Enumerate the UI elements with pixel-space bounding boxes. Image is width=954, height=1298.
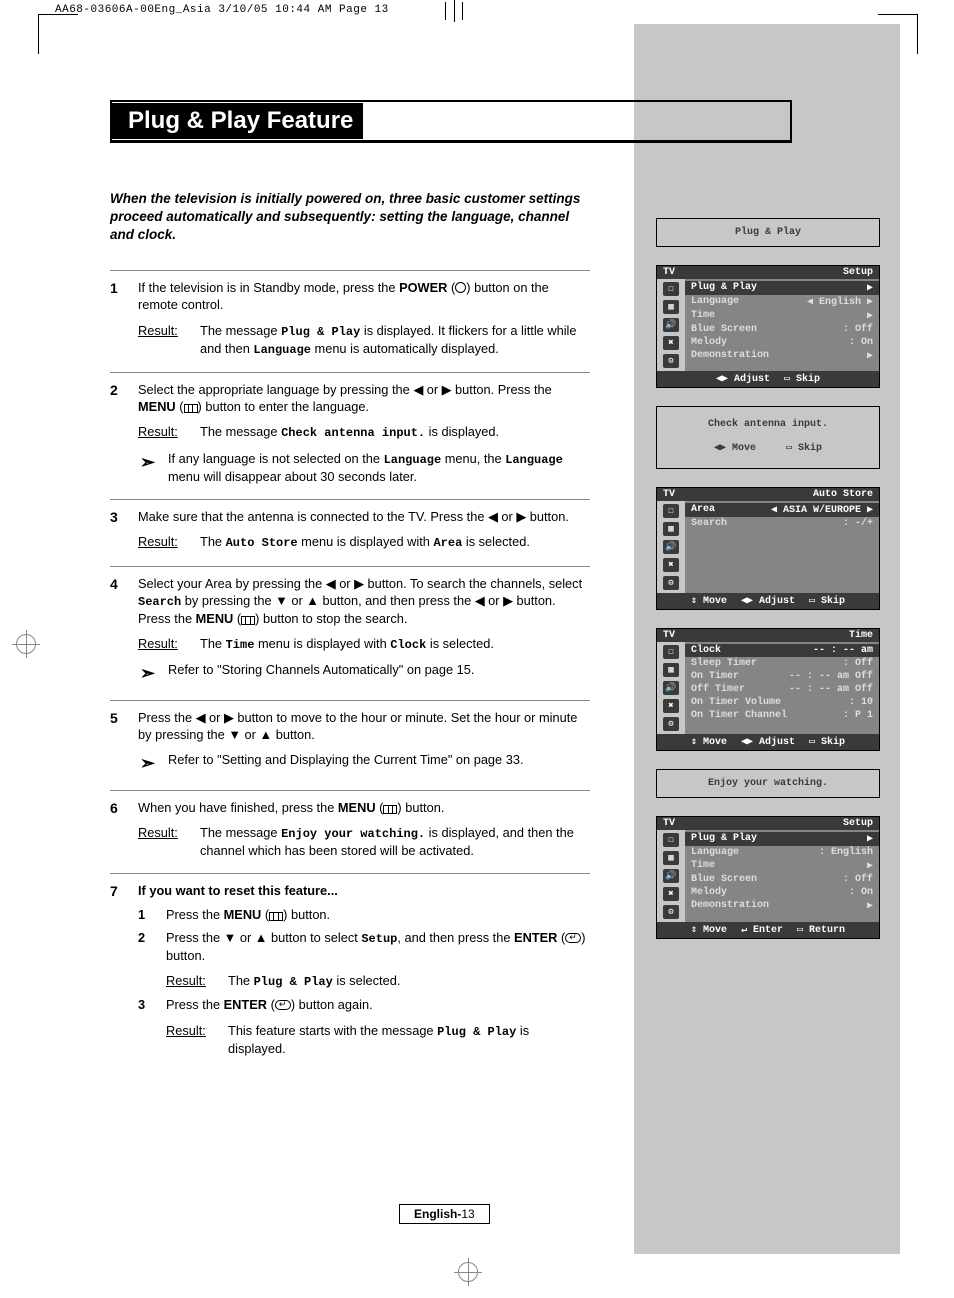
osd-menu-row: Plug & Play▶ bbox=[685, 281, 879, 295]
note-arrow-icon: ➣ bbox=[138, 661, 168, 685]
step-5: 5 Press the ◀ or ▶ button to move to the… bbox=[110, 700, 590, 790]
osd-hint: ⇕ Move bbox=[691, 736, 727, 748]
sound-icon: 🔊 bbox=[663, 318, 679, 332]
osd-menu-row: On Timer Volume: 10 bbox=[685, 696, 879, 709]
osd-menu-row: Demonstration▶ bbox=[685, 899, 879, 913]
registration-mark-left bbox=[12, 630, 40, 658]
channel-icon: ✖ bbox=[663, 558, 679, 572]
picture-icon: ▦ bbox=[663, 851, 679, 865]
osd-menu-row: Blue Screen: Off bbox=[685, 873, 879, 886]
osd-menu-row: Plug & Play▶ bbox=[685, 832, 879, 846]
osd-menu-row: Sleep Timer: Off bbox=[685, 657, 879, 670]
step-7: 7 If you want to reset this feature... 1… bbox=[110, 873, 590, 1071]
setup-icon: ⚙ bbox=[663, 717, 679, 731]
section-title: Plug & Play Feature bbox=[110, 100, 792, 142]
sub-step-2: 2 Press the ▼ or ▲ button to select Setu… bbox=[138, 929, 590, 991]
osd-hint: ⇕ Move bbox=[691, 595, 727, 607]
menu-icon bbox=[269, 912, 283, 921]
osd-setup-1: TVSetup ☐ ▦ 🔊 ✖ ⚙ Plug & Play▶Language◀ … bbox=[656, 265, 880, 388]
osd-menu-row: Blue Screen: Off bbox=[685, 323, 879, 336]
registration-mark-bottom bbox=[454, 1258, 482, 1286]
tv-icon: ☐ bbox=[663, 282, 679, 296]
menu-icon bbox=[383, 805, 397, 814]
sound-icon: 🔊 bbox=[663, 540, 679, 554]
osd-hint: ⇕ Move bbox=[691, 924, 727, 936]
channel-icon: ✖ bbox=[663, 699, 679, 713]
menu-icon bbox=[184, 404, 198, 413]
step-6: 6 When you have finished, press the MENU… bbox=[110, 790, 590, 874]
note-arrow-icon: ➣ bbox=[138, 751, 168, 775]
picture-icon: ▦ bbox=[663, 300, 679, 314]
intro-paragraph: When the television is initially powered… bbox=[110, 190, 590, 245]
channel-icon: ✖ bbox=[663, 336, 679, 350]
step-3: 3 Make sure that the antenna is connecte… bbox=[110, 499, 590, 565]
sound-icon: 🔊 bbox=[663, 681, 679, 695]
step-2: 2 Select the appropriate language by pre… bbox=[110, 372, 590, 499]
osd-menu-row: Time▶ bbox=[685, 859, 879, 873]
osd-auto-store: TVAuto Store ☐▦🔊✖⚙ Area◀ ASIA W/EUROPE ▶… bbox=[656, 487, 880, 610]
sub-step-1: 1 Press the MENU () button. bbox=[138, 906, 590, 923]
osd-menu-row: Off Timer-- : -- am Off bbox=[685, 683, 879, 696]
osd-enjoy: Enjoy your watching. bbox=[656, 769, 880, 798]
osd-menu-row: Melody: On bbox=[685, 886, 879, 899]
osd-side-icons: ☐ ▦ 🔊 ✖ ⚙ bbox=[657, 279, 685, 371]
channel-icon: ✖ bbox=[663, 887, 679, 901]
osd-hint: ◀▶ Adjust bbox=[741, 595, 795, 607]
note-arrow-icon: ➣ bbox=[138, 450, 168, 485]
osd-hint: ▭ Skip bbox=[784, 373, 820, 385]
osd-hint: ↵ Enter bbox=[741, 924, 783, 936]
osd-hint: ▭ Skip bbox=[809, 595, 845, 607]
osd-menu-row: Language: English bbox=[685, 846, 879, 859]
osd-plug-and-play: Plug & Play bbox=[656, 218, 880, 247]
tv-icon: ☐ bbox=[663, 504, 679, 518]
menu-icon bbox=[241, 616, 255, 625]
osd-time: TVTime ☐▦🔊✖⚙ Clock-- : -- amSleep Timer:… bbox=[656, 628, 880, 751]
osd-menu-row: Demonstration▶ bbox=[685, 349, 879, 363]
steps-list: 1 If the television is in Standby mode, … bbox=[110, 270, 590, 1071]
osd-hint: ▭ Skip bbox=[786, 442, 822, 454]
enter-icon bbox=[275, 1000, 291, 1010]
tv-icon: ☐ bbox=[663, 645, 679, 659]
setup-icon: ⚙ bbox=[663, 576, 679, 590]
setup-icon: ⚙ bbox=[663, 905, 679, 919]
step-1: 1 If the television is in Standby mode, … bbox=[110, 270, 590, 372]
sub-step-3: 3 Press the ENTER () button again. Resul… bbox=[138, 996, 590, 1057]
enter-icon bbox=[565, 933, 581, 943]
osd-hint: ▭ Return bbox=[797, 924, 845, 936]
osd-menu-row: On Timer-- : -- am Off bbox=[685, 670, 879, 683]
osd-hint: ◀▶ Move bbox=[714, 442, 756, 454]
osd-screenshot-column: Plug & Play TVSetup ☐ ▦ 🔊 ✖ ⚙ Plug & Pla… bbox=[656, 218, 880, 957]
slug-mark bbox=[445, 2, 463, 20]
picture-icon: ▦ bbox=[663, 663, 679, 677]
page-sheet: Plug & Play Feature When the television … bbox=[54, 24, 900, 1254]
slug-line: AA68-03606A-00Eng_Asia 3/10/05 10:44 AM … bbox=[55, 4, 389, 16]
osd-menu-row: Language◀ English ▶ bbox=[685, 295, 879, 309]
osd-hint: ◀▶ Adjust bbox=[716, 373, 770, 385]
osd-menu-row: Search: -/+ bbox=[685, 517, 879, 530]
page-number: English-13 bbox=[399, 1204, 490, 1224]
sound-icon: 🔊 bbox=[663, 869, 679, 883]
picture-icon: ▦ bbox=[663, 522, 679, 536]
tv-icon: ☐ bbox=[663, 833, 679, 847]
section-title-text: Plug & Play Feature bbox=[112, 103, 363, 139]
manual-page: AA68-03606A-00Eng_Asia 3/10/05 10:44 AM … bbox=[0, 0, 954, 1298]
osd-menu-row: Clock-- : -- am bbox=[685, 644, 879, 657]
osd-menu-row: Area◀ ASIA W/EUROPE ▶ bbox=[685, 503, 879, 517]
osd-setup-2: TVSetup ☐▦🔊✖⚙ Plug & Play▶Language: Engl… bbox=[656, 816, 880, 939]
osd-check-antenna: Check antenna input. ◀▶ Move▭ Skip bbox=[656, 406, 880, 469]
step-4: 4 Select your Area by pressing the ◀ or … bbox=[110, 566, 590, 700]
osd-hint: ◀▶ Adjust bbox=[741, 736, 795, 748]
osd-menu-row: Time▶ bbox=[685, 309, 879, 323]
osd-menu-row: Melody: On bbox=[685, 336, 879, 349]
title-underline bbox=[110, 142, 792, 143]
power-icon bbox=[455, 282, 466, 293]
osd-hint: ▭ Skip bbox=[809, 736, 845, 748]
osd-menu-row: On Timer Channel: P 1 bbox=[685, 709, 879, 722]
result-label: Result: bbox=[138, 322, 200, 358]
setup-icon: ⚙ bbox=[663, 354, 679, 368]
